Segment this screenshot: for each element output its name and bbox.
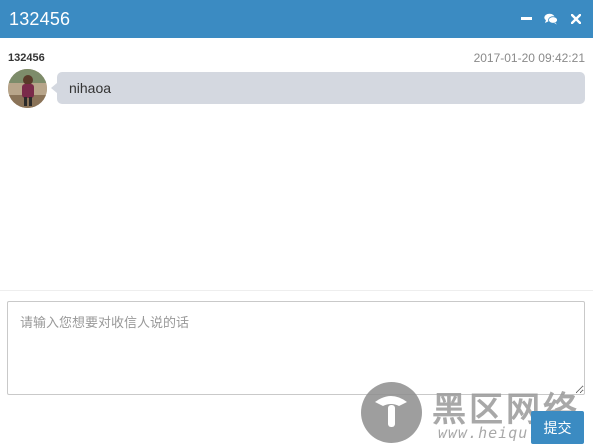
message-timestamp: 2017-01-20 09:42:21 xyxy=(473,51,585,65)
close-icon[interactable] xyxy=(569,12,583,26)
title-bar: 132456 xyxy=(0,0,593,38)
message-input[interactable] xyxy=(7,301,585,395)
minimize-icon[interactable] xyxy=(519,12,533,26)
avatar xyxy=(8,69,47,108)
submit-button[interactable]: 提交 xyxy=(531,411,584,444)
message-header: 132456 2017-01-20 09:42:21 xyxy=(8,51,585,65)
message-text: nihaoa xyxy=(69,80,112,96)
message-list: 132456 2017-01-20 09:42:21 nihaoa xyxy=(0,38,593,291)
window-title: 132456 xyxy=(9,8,71,29)
window-controls xyxy=(519,12,583,26)
chat-window: 132456 132456 2017-01-20 09:42:21 nihaoa… xyxy=(0,0,593,448)
message-bubble: nihaoa xyxy=(51,72,585,104)
divider xyxy=(0,290,593,291)
sender-name: 132456 xyxy=(8,52,45,64)
chat-icon[interactable] xyxy=(544,12,558,26)
